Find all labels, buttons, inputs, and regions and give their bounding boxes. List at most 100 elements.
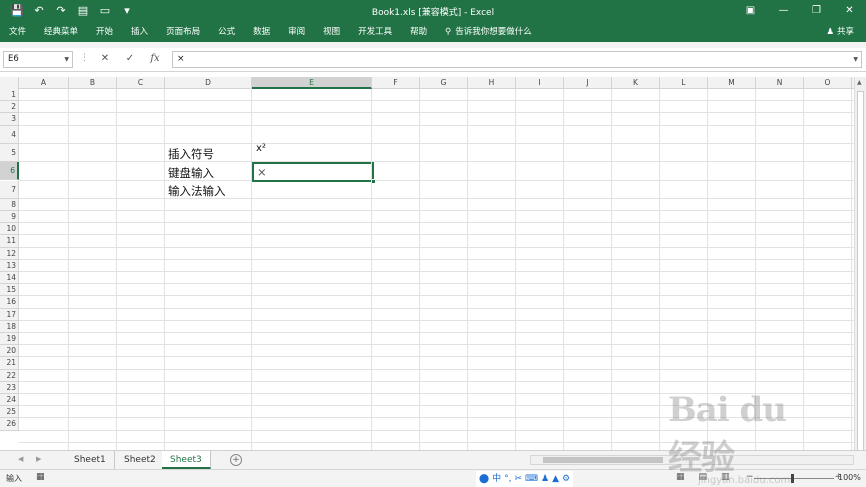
ribbon-tab[interactable]: 审阅 — [279, 22, 314, 42]
cell-d5[interactable]: 插入符号 — [168, 146, 214, 162]
column-header-g[interactable]: G — [420, 77, 468, 89]
ime-punctuation-icon[interactable]: °, — [504, 471, 511, 487]
ribbon-tab[interactable]: 开始 — [87, 22, 122, 42]
row-header-15[interactable]: 15 — [0, 284, 19, 297]
vertical-scroll-thumb[interactable] — [857, 91, 864, 451]
close-icon[interactable]: ✕ — [833, 0, 866, 22]
row-header-9[interactable]: 9 — [0, 211, 19, 224]
ribbon-tab[interactable]: 页面布局 — [157, 22, 209, 42]
ribbon-tab[interactable]: 插入 — [122, 22, 157, 42]
enter-button[interactable]: ✓ — [121, 52, 139, 66]
row-header-12[interactable]: 12 — [0, 247, 19, 260]
row-header-19[interactable]: 19 — [0, 333, 19, 346]
sheet-tab-sheet1[interactable]: Sheet1 — [66, 451, 115, 469]
gridline — [19, 161, 854, 163]
row-header-23[interactable]: 23 — [0, 381, 19, 394]
watermark-url: jingyan.baidu.com — [698, 475, 791, 486]
splitter-icon[interactable]: ⋮ — [80, 53, 89, 63]
column-header-c[interactable]: C — [117, 77, 165, 89]
ribbon-tab[interactable]: 文件 — [0, 22, 35, 42]
column-header-b[interactable]: B — [69, 77, 117, 89]
scroll-up-icon[interactable]: ▲ — [857, 79, 862, 86]
column-header-o[interactable]: O — [804, 77, 852, 89]
column-header-f[interactable]: F — [372, 77, 420, 89]
gridline — [19, 380, 854, 382]
cell-e5[interactable]: x² — [256, 143, 266, 154]
insert-function-button[interactable]: fx — [146, 52, 164, 66]
ime-chinese-mode[interactable]: 中 — [492, 471, 501, 487]
row-header-13[interactable]: 13 — [0, 259, 19, 272]
row-header-24[interactable]: 24 — [0, 394, 19, 407]
baidu-watermark: Bai du 经验 jingyan.baidu.com — [668, 390, 818, 486]
ime-logo-icon[interactable]: ⬤ — [479, 471, 489, 487]
macro-record-icon[interactable]: ▦ — [36, 472, 45, 482]
ribbon-display-icon[interactable]: ▣ — [734, 0, 767, 22]
sheet-tab-sheet3[interactable]: Sheet3 — [162, 451, 211, 469]
row-header-18[interactable]: 18 — [0, 320, 19, 333]
row-header-14[interactable]: 14 — [0, 272, 19, 285]
cell-d7[interactable]: 输入法输入 — [168, 183, 226, 199]
user-icon[interactable]: ♟ — [541, 471, 549, 487]
active-cell-selection[interactable] — [252, 162, 376, 184]
tab-prev-icon[interactable]: ◀ — [18, 455, 23, 463]
column-header-j[interactable]: J — [564, 77, 612, 89]
ribbon-tab[interactable]: 经典菜单 — [35, 22, 87, 42]
row-header-20[interactable]: 20 — [0, 345, 19, 358]
row-header-25[interactable]: 25 — [0, 406, 19, 419]
column-header-i[interactable]: I — [516, 77, 564, 89]
row-header-4[interactable]: 4 — [0, 125, 19, 144]
ribbon-tab[interactable]: 开发工具 — [349, 22, 401, 42]
gridline — [19, 124, 854, 126]
row-header-21[interactable]: 21 — [0, 357, 19, 370]
column-header-l[interactable]: L — [660, 77, 708, 89]
horizontal-scroll-thumb[interactable] — [543, 457, 663, 463]
row-header-5[interactable]: 5 — [0, 143, 19, 163]
row-header-8[interactable]: 8 — [0, 198, 19, 211]
ime-tools-icon[interactable]: ✂ — [514, 471, 522, 487]
row-header-11[interactable]: 11 — [0, 235, 19, 248]
add-sheet-button[interactable]: + — [230, 454, 242, 466]
row-header-16[interactable]: 16 — [0, 296, 19, 309]
name-box[interactable]: E6 ▼ — [3, 51, 73, 68]
ribbon-tab[interactable]: 视图 — [314, 22, 349, 42]
cancel-button[interactable]: ✕ — [96, 52, 114, 66]
lightbulb-icon: ⚲ — [445, 27, 452, 37]
column-header-a[interactable]: A — [19, 77, 69, 89]
expand-formula-icon[interactable]: ▼ — [853, 52, 858, 67]
row-header-7[interactable]: 7 — [0, 180, 19, 199]
row-header-1[interactable]: 1 — [0, 89, 19, 102]
row-header-17[interactable]: 17 — [0, 308, 19, 321]
row-header-26[interactable]: 26 — [0, 418, 19, 431]
minimize-icon[interactable]: — — [767, 0, 800, 22]
sheet-tab-sheet2[interactable]: Sheet2 — [116, 451, 165, 469]
row-header-10[interactable]: 10 — [0, 223, 19, 236]
column-header-h[interactable]: H — [468, 77, 516, 89]
tell-me-box[interactable]: ⚲ 告诉我你想要做什么 — [445, 22, 532, 42]
column-header-e[interactable]: E — [252, 77, 372, 89]
ime-toolbar[interactable]: ⬤ 中 °, ✂ ⌨ ♟ ▲ ⚙ — [476, 471, 574, 487]
gridline — [515, 89, 516, 450]
ribbon-tab[interactable]: 帮助 — [401, 22, 436, 42]
cell-d6[interactable]: 键盘输入 — [168, 165, 214, 181]
tab-next-icon[interactable]: ▶ — [36, 455, 41, 463]
skin-icon[interactable]: ▲ — [552, 471, 559, 487]
keyboard-icon[interactable]: ⌨ — [525, 471, 538, 487]
vertical-scrollbar[interactable]: ▲ — [854, 77, 866, 451]
row-header-22[interactable]: 22 — [0, 369, 19, 382]
row-header-3[interactable]: 3 — [0, 113, 19, 126]
chevron-down-icon[interactable]: ▼ — [64, 52, 69, 67]
column-header-d[interactable]: D — [165, 77, 252, 89]
select-all-corner[interactable] — [0, 77, 19, 89]
column-header-n[interactable]: N — [756, 77, 804, 89]
formula-input[interactable]: × ▼ — [172, 51, 862, 68]
share-button[interactable]: ♟ 共享 — [826, 22, 854, 42]
column-header-k[interactable]: K — [612, 77, 660, 89]
settings-gear-icon[interactable]: ⚙ — [562, 471, 570, 487]
row-header-2[interactable]: 2 — [0, 101, 19, 114]
ribbon-tab[interactable]: 公式 — [209, 22, 244, 42]
column-header-m[interactable]: M — [708, 77, 756, 89]
restore-icon[interactable]: ❐ — [800, 0, 833, 22]
ribbon-tab[interactable]: 数据 — [244, 22, 279, 42]
zoom-level[interactable]: 100% — [838, 473, 861, 482]
row-header-6[interactable]: 6 — [0, 162, 19, 181]
